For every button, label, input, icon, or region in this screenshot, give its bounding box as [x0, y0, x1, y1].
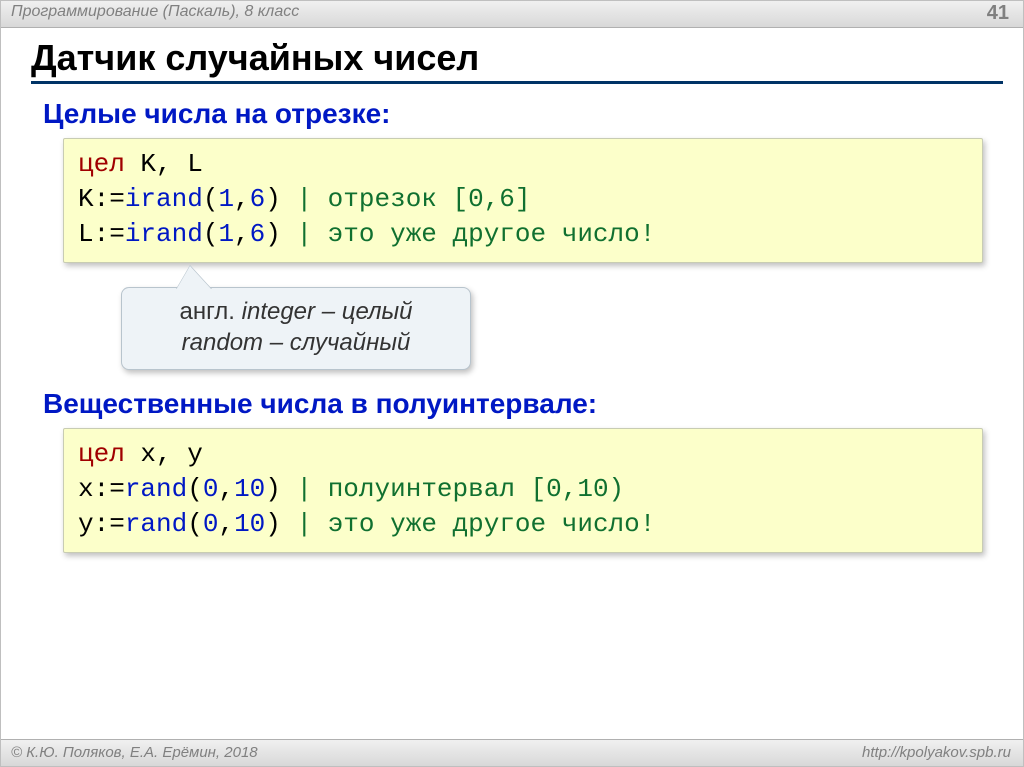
- breadcrumb: Программирование (Паскаль), 8 класс: [11, 3, 299, 21]
- callout-note: англ. integer – целый random – случайный: [121, 287, 471, 369]
- paren-close: ): [265, 509, 281, 539]
- decl-vars: K, L: [125, 149, 203, 179]
- paren-open: (: [187, 509, 203, 539]
- decl-vars: x, y: [125, 439, 203, 469]
- comment-1: | отрезок [0,6]: [281, 184, 531, 214]
- note-line-1: англ. integer – целый: [136, 296, 456, 327]
- paren-open: (: [203, 184, 219, 214]
- num-10: 10: [234, 509, 265, 539]
- comma: ,: [234, 219, 250, 249]
- section-2-label: Вещественные числа в полуинтервале:: [43, 388, 991, 420]
- keyword: цел: [78, 439, 125, 469]
- paren-close: ): [265, 474, 281, 504]
- keyword: цел: [78, 149, 125, 179]
- paren-open: (: [203, 219, 219, 249]
- num-10: 10: [234, 474, 265, 504]
- num-0: 0: [203, 509, 219, 539]
- content-area: Датчик случайных чисел Целые числа на от…: [31, 31, 1003, 565]
- header-bar: Программирование (Паскаль), 8 класс 41: [1, 1, 1023, 28]
- slide: Программирование (Паскаль), 8 класс 41 Д…: [0, 0, 1024, 767]
- num-1: 1: [218, 219, 234, 249]
- comma: ,: [218, 509, 234, 539]
- page-number: 41: [987, 2, 1009, 25]
- copyright-text: © К.Ю. Поляков, Е.А. Ерёмин, 2018: [11, 744, 258, 761]
- comment-1: | полуинтервал [0,10): [281, 474, 624, 504]
- comma: ,: [234, 184, 250, 214]
- comment-2: | это уже другое число!: [281, 219, 655, 249]
- code-block-1: цел K, L K:=irand(1,6) | отрезок [0,6] L…: [63, 138, 983, 263]
- paren-open: (: [187, 474, 203, 504]
- title-rule: [31, 81, 1003, 84]
- comma: ,: [218, 474, 234, 504]
- assign-x: x:=: [78, 474, 125, 504]
- code-block-2: цел x, y x:=rand(0,10) | полуинтервал [0…: [63, 428, 983, 553]
- num-1: 1: [218, 184, 234, 214]
- num-0: 0: [203, 474, 219, 504]
- assign-y: y:=: [78, 509, 125, 539]
- footer-bar: © К.Ю. Поляков, Е.А. Ерёмин, 2018 http:/…: [1, 739, 1023, 766]
- paren-close: ): [265, 184, 281, 214]
- footer-link: http://kpolyakov.spb.ru: [862, 744, 1011, 761]
- page-title: Датчик случайных чисел: [31, 37, 1003, 79]
- fn-irand: irand: [125, 184, 203, 214]
- fn-rand: rand: [125, 474, 187, 504]
- assign-l: L:=: [78, 219, 125, 249]
- comment-2: | это уже другое число!: [281, 509, 655, 539]
- section-1-label: Целые числа на отрезке:: [43, 98, 991, 130]
- note-line-2: random – случайный: [136, 327, 456, 358]
- callout-tail-icon: [176, 266, 212, 290]
- fn-rand: rand: [125, 509, 187, 539]
- num-6: 6: [250, 219, 266, 249]
- paren-close: ): [265, 219, 281, 249]
- fn-irand: irand: [125, 219, 203, 249]
- num-6: 6: [250, 184, 266, 214]
- assign-k: K:=: [78, 184, 125, 214]
